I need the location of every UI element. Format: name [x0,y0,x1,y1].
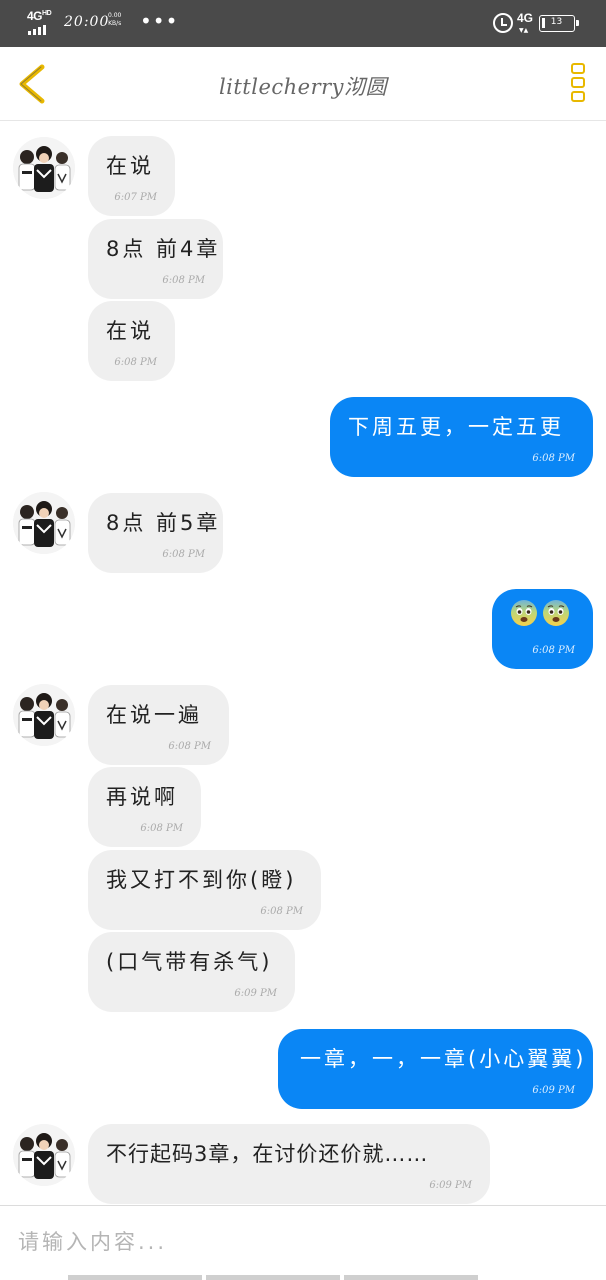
message-timestamp: 6:08 PM [140,823,183,834]
message-text: (口气带有杀气) [106,950,273,974]
alarm-clock-icon [493,13,513,33]
message-bubble-incoming[interactable]: 在说 6:08 PM [88,301,175,381]
avatar-image [13,684,75,746]
battery-icon: 13 [539,15,579,32]
message-bubble-outgoing[interactable]: 6:08 PM [492,589,593,669]
message-text: 在说一遍 [106,703,202,727]
message-text: 在说 [106,319,154,343]
keyboard-hint-strip [0,1275,606,1280]
message-timestamp: 6:08 PM [168,741,211,752]
message-bubble-outgoing[interactable]: 一章，一，一章(小心翼翼) 6:09 PM [278,1029,593,1109]
message-timestamp: 6:08 PM [114,357,157,368]
message-bubble-incoming[interactable]: 在说一遍 6:08 PM [88,685,229,765]
message-bubble-incoming[interactable]: 不行起码3章，在讨价还价就…… 6:09 PM [88,1124,490,1204]
message-input[interactable] [18,1222,578,1262]
mobile-data-indicator: 4G [517,11,534,25]
message-input-bar [0,1205,606,1280]
message-text: 在说 [106,154,154,178]
message-timestamp: 6:08 PM [162,549,205,560]
message-text: 8点 前5章 [106,511,221,535]
chat-title: littlecherry沏圆 [218,75,388,99]
data-activity-icon: ▼▲ [519,27,529,34]
message-text: 8点 前4章 [106,237,221,261]
status-time: 20:00 [64,14,110,30]
message-timestamp: 6:08 PM [162,275,205,286]
message-text: 我又打不到你(瞪) [106,868,297,892]
chat-header: littlecherry沏圆 [0,47,606,121]
message-timestamp: 6:08 PM [532,453,575,464]
avatar-image [13,492,75,554]
vertical-dots-icon [566,63,590,102]
message-timestamp: 6:07 PM [114,192,157,203]
contact-avatar[interactable] [13,684,75,746]
battery-level: 13 [550,17,563,27]
network-type-indicator: 4GHD [27,9,52,23]
message-bubble-incoming[interactable]: 8点 前4章 6:08 PM [88,219,223,299]
contact-avatar[interactable] [13,492,75,554]
message-text: 一章，一，一章(小心翼翼) [300,1047,587,1071]
avatar-image [13,137,75,199]
message-bubble-incoming[interactable]: 在说 6:07 PM [88,136,175,216]
message-bubble-incoming[interactable]: 再说啊 6:08 PM [88,767,201,847]
fearful-face-emoji-icon [511,600,537,626]
message-timestamp: 6:09 PM [532,1085,575,1096]
message-bubble-incoming[interactable]: 8点 前5章 6:08 PM [88,493,223,573]
contact-avatar[interactable] [13,137,75,199]
message-text: 下周五更，一定五更 [348,415,564,439]
message-timestamp: 6:09 PM [429,1180,472,1191]
message-bubble-incoming[interactable]: 我又打不到你(瞪) 6:08 PM [88,850,321,930]
message-text: 不行起码3章，在讨价还价就…… [106,1142,429,1166]
message-bubble-incoming[interactable]: (口气带有杀气) 6:09 PM [88,932,295,1012]
signal-strength-icon [28,25,46,35]
contact-avatar[interactable] [13,1124,75,1186]
more-notifications-icon: ••• [140,9,179,33]
message-timestamp: 6:08 PM [532,645,575,656]
network-speed: 0.00 KB/s [108,12,122,27]
avatar-image [13,1124,75,1186]
emoji-group [510,599,570,627]
more-options-button[interactable] [566,63,590,107]
message-timestamp: 6:08 PM [260,906,303,917]
message-bubble-outgoing[interactable]: 下周五更，一定五更 6:08 PM [330,397,593,477]
message-list[interactable]: 在说 6:07 PM 8点 前4章 6:08 PM 在说 6:08 PM 下周五… [0,122,606,1204]
message-timestamp: 6:09 PM [234,988,277,999]
status-bar: 4GHD 20:00 0.00 KB/s ••• 4G ▼▲ 13 [0,0,606,47]
fearful-face-emoji-icon [543,600,569,626]
message-text: 再说啊 [106,785,178,809]
